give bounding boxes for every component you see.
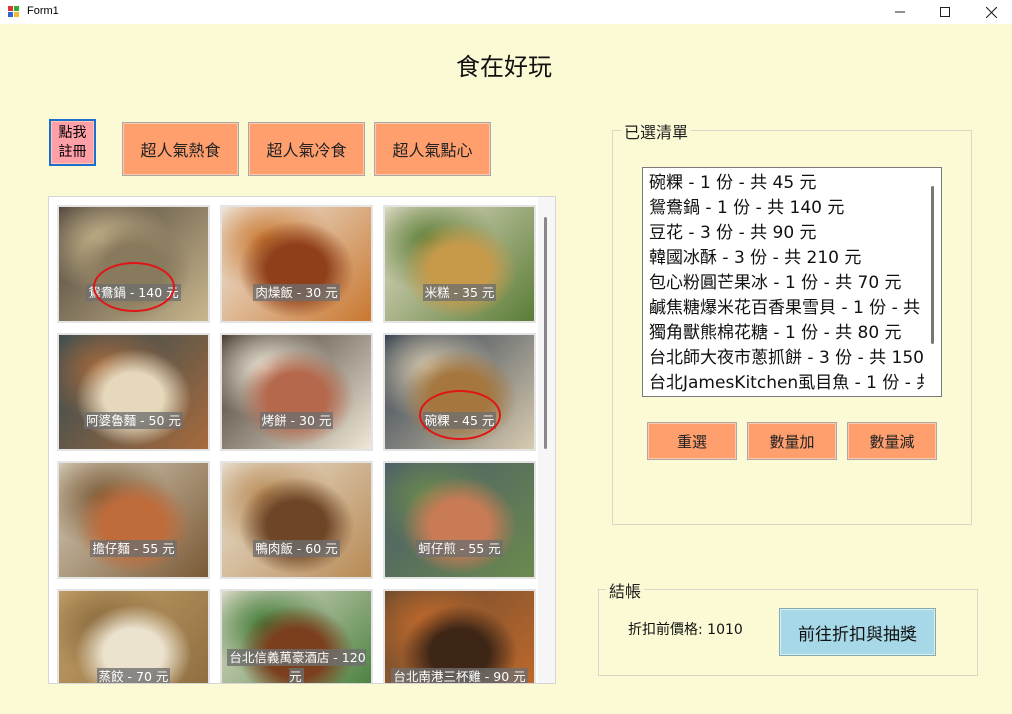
selected-list-title: 已選清單 — [621, 119, 692, 143]
listbox-scrollbar[interactable] — [924, 168, 941, 396]
snack-button[interactable]: 超人氣點心 — [374, 122, 491, 176]
food-caption: 烤餅 - 30 元 — [222, 410, 371, 429]
food-tile[interactable]: 肉燥飯 - 30 元 — [220, 205, 373, 323]
food-caption-text: 蒸餃 - 70 元 — [96, 668, 171, 684]
minimize-icon[interactable] — [877, 0, 923, 24]
food-tile[interactable]: 擔仔麵 - 55 元 — [57, 461, 210, 579]
food-caption-text: 肉燥飯 - 30 元 — [253, 284, 340, 301]
list-item[interactable]: 鴛鴦鍋 - 1 份 - 共 140 元 — [649, 196, 941, 221]
reset-button[interactable]: 重選 — [647, 422, 737, 460]
pre-discount-price: 折扣前價格: 1010 — [628, 622, 743, 638]
maximize-icon[interactable] — [922, 0, 968, 24]
list-item[interactable]: 包心粉圓芒果冰 - 1 份 - 共 70 元 — [649, 271, 941, 296]
food-gallery: 鴛鴦鍋 - 140 元肉燥飯 - 30 元 米糕 - 35 元阿婆魯麵 - 50 … — [48, 196, 556, 684]
highlight-circle — [93, 262, 175, 312]
close-icon[interactable] — [968, 0, 1012, 24]
window-title: Form1 — [27, 5, 59, 17]
food-caption: 台北信義萬豪酒店 - 120 元 — [222, 647, 371, 684]
food-photo — [222, 207, 371, 321]
food-photo — [222, 335, 371, 449]
food-caption: 米糕 - 35 元 — [385, 282, 534, 301]
food-caption-text: 鴨肉飯 - 60 元 — [253, 540, 340, 557]
food-caption: 擔仔麵 - 55 元 — [59, 538, 208, 557]
food-tile[interactable]: 米糕 - 35 元 — [383, 205, 536, 323]
food-caption-text: 蚵仔煎 - 55 元 — [416, 540, 503, 557]
checkout-title: 結帳 — [606, 578, 645, 602]
food-tile[interactable]: 烤餅 - 30 元 — [220, 333, 373, 451]
decrease-quantity-button[interactable]: 數量減 — [847, 422, 937, 460]
food-photo — [59, 463, 208, 577]
food-caption: 肉燥飯 - 30 元 — [222, 282, 371, 301]
food-caption-text: 阿婆魯麵 - 50 元 — [84, 412, 183, 429]
app-icon — [8, 6, 20, 18]
page-title: 食在好玩 — [456, 53, 552, 81]
food-tile[interactable]: 阿婆魯麵 - 50 元 — [57, 333, 210, 451]
hot-food-button[interactable]: 超人氣熱食 — [122, 122, 239, 176]
food-tile[interactable]: 台北信義萬豪酒店 - 120 元 — [220, 589, 373, 684]
register-button[interactable]: 點我 註冊 — [49, 119, 96, 166]
list-item[interactable]: 鹹焦糖爆米花百香果雪貝 - 1 份 - 共 90 元 — [649, 296, 941, 321]
food-caption-text: 台北信義萬豪酒店 - 120 元 — [227, 649, 366, 684]
gallery-scrollbar[interactable] — [538, 197, 555, 683]
list-item[interactable]: 韓國冰酥 - 3 份 - 共 210 元 — [649, 246, 941, 271]
food-tile[interactable]: 鴛鴦鍋 - 140 元 — [57, 205, 210, 323]
food-caption: 阿婆魯麵 - 50 元 — [59, 410, 208, 429]
food-caption-text: 烤餅 - 30 元 — [259, 412, 334, 429]
food-tile[interactable]: 碗粿 - 45 元 — [383, 333, 536, 451]
food-caption: 台北南港三杯雞 - 90 元 — [385, 666, 534, 684]
list-item[interactable]: 碗粿 - 1 份 - 共 45 元 — [649, 171, 941, 196]
listbox-scroll-thumb[interactable] — [931, 186, 934, 344]
food-caption-text: 米糕 - 35 元 — [422, 284, 497, 301]
list-item[interactable]: 豆花 - 3 份 - 共 90 元 — [649, 221, 941, 246]
register-button-line2: 註冊 — [58, 143, 87, 160]
increase-quantity-button[interactable]: 數量加 — [747, 422, 837, 460]
food-caption-text: 台北南港三杯雞 - 90 元 — [391, 668, 528, 684]
cold-food-button[interactable]: 超人氣冷食 — [248, 122, 365, 176]
discount-lottery-button[interactable]: 前往折扣與抽獎 — [779, 608, 936, 656]
food-caption: 蒸餃 - 70 元 — [59, 666, 208, 684]
highlight-circle — [419, 390, 501, 440]
food-photo — [222, 463, 371, 577]
food-tile[interactable]: 蚵仔煎 - 55 元 — [383, 461, 536, 579]
food-tile[interactable]: 台北南港三杯雞 - 90 元 — [383, 589, 536, 684]
food-caption: 鴨肉飯 - 60 元 — [222, 538, 371, 557]
food-caption-text: 擔仔麵 - 55 元 — [90, 540, 177, 557]
list-item[interactable]: 台北師大夜市蔥抓餅 - 3 份 - 共 150 元 — [649, 346, 941, 371]
food-photo — [59, 335, 208, 449]
list-item[interactable]: 獨角獸熊棉花糖 - 1 份 - 共 80 元 — [649, 321, 941, 346]
food-photo — [385, 207, 534, 321]
window-titlebar: Form1 — [0, 0, 1012, 24]
gallery-scroll-thumb[interactable] — [544, 217, 547, 449]
food-caption: 蚵仔煎 - 55 元 — [385, 538, 534, 557]
food-photo — [385, 463, 534, 577]
register-button-line1: 點我 — [58, 124, 87, 141]
food-tile[interactable]: 鴨肉飯 - 60 元 — [220, 461, 373, 579]
selected-listbox[interactable]: 碗粿 - 1 份 - 共 45 元鴛鴦鍋 - 1 份 - 共 140 元豆花 -… — [642, 167, 942, 397]
list-item[interactable]: 台北JamesKitchen虱目魚 - 1 份 - 共 90 元 — [649, 371, 941, 396]
food-tile[interactable]: 蒸餃 - 70 元 — [57, 589, 210, 684]
